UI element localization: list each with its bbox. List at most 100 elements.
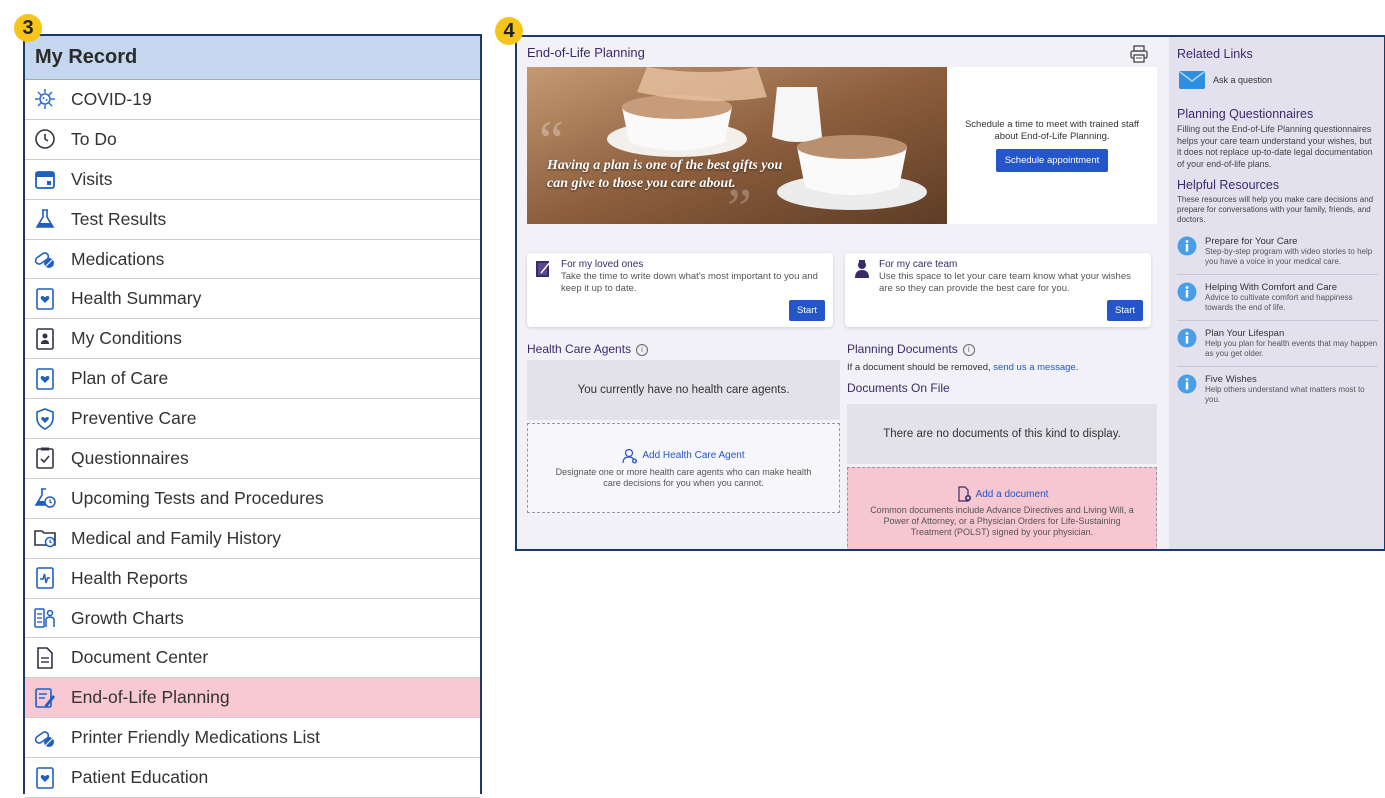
menu-item-patient-education[interactable]: Patient Education: [25, 758, 480, 798]
documents-on-file-title: Documents On File: [847, 381, 950, 395]
loved-ones-start-button[interactable]: Start: [788, 300, 825, 321]
flask-clock-icon: [31, 484, 59, 512]
resource-item[interactable]: Prepare for Your Care Step-by-step progra…: [1177, 229, 1378, 275]
related-links-title: Related Links: [1177, 47, 1253, 61]
info-circle-icon: [1177, 236, 1197, 256]
add-document-link[interactable]: Add a document: [956, 486, 1049, 502]
info-circle-icon: [1177, 374, 1197, 394]
add-person-icon: [622, 448, 638, 463]
journal-pen-icon: [536, 260, 552, 277]
heart-document-icon: [31, 285, 59, 313]
resource-item[interactable]: Plan Your Lifespan Help you plan for heal…: [1177, 321, 1378, 367]
clock-icon: [31, 125, 59, 153]
menu-item-printer-friendly-medications-list[interactable]: Printer Friendly Medications List: [25, 718, 480, 759]
card-title: For my care team: [879, 259, 958, 270]
planning-documents-title: Planning Documents i: [847, 342, 975, 356]
pulse-document-icon: [31, 564, 59, 592]
virus-icon: [31, 85, 59, 113]
add-health-care-agent-link[interactable]: Add Health Care Agent: [622, 448, 745, 464]
note-prefix: If a document should be removed,: [847, 362, 991, 373]
folder-clock-icon: [31, 524, 59, 552]
resources-text: These resources will help you make care …: [1177, 195, 1374, 224]
document-pen-icon: [31, 684, 59, 712]
menu-item-upcoming-tests-and-procedures[interactable]: Upcoming Tests and Procedures: [25, 479, 480, 519]
step-badge-3: 3: [14, 14, 42, 42]
flask-icon: [31, 205, 59, 233]
coffee-illustration: “ ”: [527, 67, 947, 224]
care-team-card: For my care team Use this space to let y…: [845, 253, 1151, 327]
step-badge-4: 4: [495, 17, 523, 45]
menu-item-label: To Do: [71, 128, 117, 149]
menu-item-health-reports[interactable]: Health Reports: [25, 559, 480, 599]
add-document-box: Add a document Common documents include …: [847, 467, 1157, 549]
menu-item-covid-19[interactable]: COVID-19: [25, 80, 480, 120]
section-title-text: Health Care Agents: [527, 342, 632, 356]
schedule-appointment-button[interactable]: Schedule appointment: [995, 149, 1109, 172]
person-document-icon: [31, 325, 59, 353]
questionnaires-title: Planning Questionnaires: [1177, 107, 1314, 121]
menu-item-growth-charts[interactable]: Growth Charts: [25, 599, 480, 639]
schedule-text: Schedule a time to meet with trained sta…: [964, 119, 1140, 142]
loved-ones-card: For my loved ones Take the time to write…: [527, 253, 833, 327]
card-title: For my loved ones: [561, 259, 644, 270]
clipboard-check-icon: [31, 444, 59, 472]
resource-title: Five Wishes: [1205, 374, 1257, 385]
resource-list: Prepare for Your Care Step-by-step progra…: [1177, 229, 1378, 412]
menu-item-plan-of-care[interactable]: Plan of Care: [25, 359, 480, 400]
menu-item-preventive-care[interactable]: Preventive Care: [25, 399, 480, 440]
menu-item-label: Visits: [71, 168, 113, 189]
resource-item[interactable]: Five Wishes Help others understand what m…: [1177, 367, 1378, 412]
hero-quote: Having a plan is one of the best gifts y…: [547, 158, 783, 191]
note-suffix: .: [1075, 362, 1079, 373]
menu-item-label: Upcoming Tests and Procedures: [71, 487, 324, 508]
menu-item-test-results[interactable]: Test Results: [25, 200, 480, 240]
menu-item-medications[interactable]: Medications: [25, 240, 480, 280]
add-document-label: Add a document: [975, 488, 1049, 500]
menu-header: My Record: [25, 36, 480, 80]
heart-document-icon: [31, 365, 59, 393]
menu-item-medical-and-family-history[interactable]: Medical and Family History: [25, 519, 480, 559]
card-description: Take the time to write down what's most …: [561, 271, 818, 294]
heart-document-icon: [31, 764, 59, 792]
menu-item-label: COVID-19: [71, 88, 152, 109]
info-circle-icon: [1177, 282, 1197, 302]
add-document-icon: [957, 486, 971, 502]
resource-item[interactable]: Helping With Comfort and Care Advice to c…: [1177, 275, 1378, 321]
menu-item-label: Document Center: [71, 647, 209, 668]
menu-item-label: Health Reports: [71, 567, 188, 588]
resource-description: Help you plan for health events that may…: [1205, 339, 1378, 358]
info-icon[interactable]: i: [962, 344, 975, 356]
menu-item-my-conditions[interactable]: My Conditions: [25, 319, 480, 360]
envelope-icon: [1179, 71, 1205, 89]
growth-chart-icon: [31, 604, 59, 632]
menu-item-document-center[interactable]: Document Center: [25, 638, 480, 679]
add-document-description: Common documents include Advance Directi…: [870, 505, 1134, 537]
menu-item-visits[interactable]: Visits: [25, 160, 480, 200]
helpful-resources-title: Helpful Resources: [1177, 178, 1280, 192]
resource-title: Helping With Comfort and Care: [1205, 282, 1337, 293]
menu-item-label: Printer Friendly Medications List: [71, 727, 320, 748]
pills-icon: [31, 724, 59, 752]
menu-item-label: Plan of Care: [71, 368, 169, 389]
my-record-menu: My Record COVID-19 To Do Visits Test Result…: [23, 34, 482, 798]
menu-item-end-of-life-planning[interactable]: End-of-Life Planning: [25, 678, 480, 719]
coffee-cups-image: “ ” Having a plan is one of the best gif…: [527, 67, 947, 224]
related-links-sidebar: Related Links Ask a question Planning Qu…: [1169, 37, 1384, 549]
agents-empty-state: You currently have no health care agents…: [527, 360, 840, 420]
menu-item-label: Medications: [71, 248, 165, 269]
resource-title: Prepare for Your Care: [1205, 236, 1298, 247]
menu-item-label: Patient Education: [71, 767, 209, 788]
menu-item-to-do[interactable]: To Do: [25, 120, 480, 160]
shield-heart-icon: [31, 405, 59, 433]
remove-document-note: If a document should be removed, send us…: [847, 362, 1078, 373]
send-message-link[interactable]: send us a message: [993, 362, 1075, 373]
pills-icon: [31, 245, 59, 273]
info-icon[interactable]: i: [636, 344, 649, 356]
document-icon: [31, 644, 59, 672]
menu-item-health-summary[interactable]: Health Summary: [25, 279, 480, 320]
menu-item-questionnaires[interactable]: Questionnaires: [25, 439, 480, 479]
ask-question-link[interactable]: Ask a question: [1179, 71, 1378, 89]
care-team-start-button[interactable]: Start: [1106, 300, 1143, 321]
print-icon[interactable]: [1129, 44, 1149, 64]
menu-item-label: My Conditions: [71, 328, 182, 349]
